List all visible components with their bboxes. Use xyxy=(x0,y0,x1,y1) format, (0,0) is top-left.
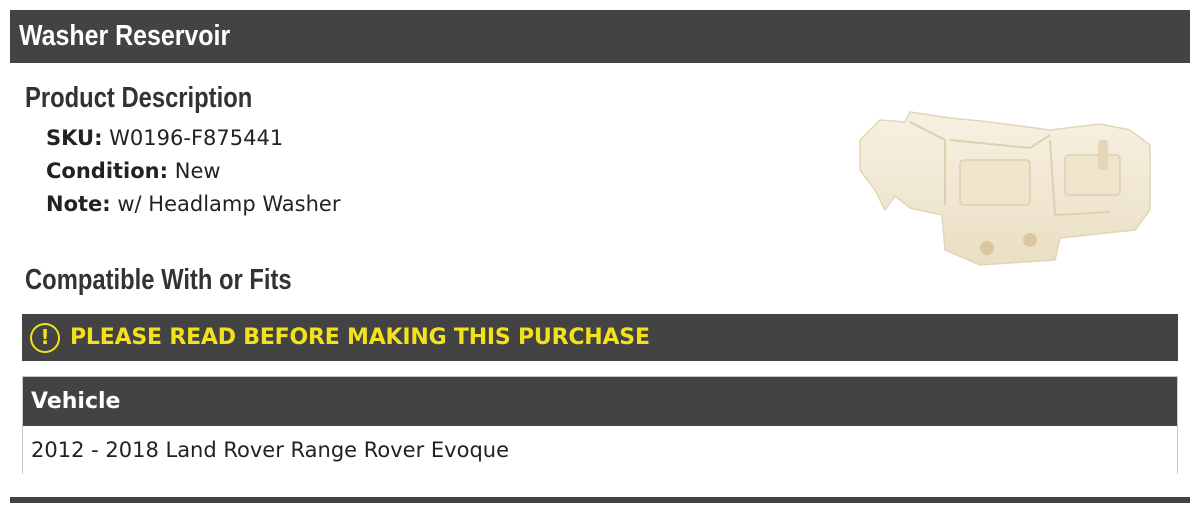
product-description-heading: Product Description xyxy=(25,82,253,114)
spec-label: SKU: xyxy=(46,126,103,150)
page-title-bar: Washer Reservoir xyxy=(10,10,1190,63)
page-title: Washer Reservoir xyxy=(19,20,231,52)
spec-value: W0196-F875441 xyxy=(109,126,284,150)
notice-text: PLEASE READ BEFORE MAKING THIS PURCHASE xyxy=(70,325,650,350)
spec-label: Note: xyxy=(46,192,111,216)
spec-value: w/ Headlamp Washer xyxy=(117,192,341,216)
vehicle-table: Vehicle 2012 - 2018 Land Rover Range Rov… xyxy=(22,376,1178,474)
spec-list: SKU: W0196-F875441 Condition: New Note: … xyxy=(46,122,340,221)
spec-row-condition: Condition: New xyxy=(46,155,340,188)
product-image[interactable] xyxy=(850,100,1160,270)
table-row: 2012 - 2018 Land Rover Range Rover Evoqu… xyxy=(23,426,1177,474)
spec-row-note: Note: w/ Headlamp Washer xyxy=(46,188,340,221)
purchase-notice[interactable]: ! PLEASE READ BEFORE MAKING THIS PURCHAS… xyxy=(22,314,1178,361)
alert-circle-icon: ! xyxy=(30,322,60,353)
compatible-heading: Compatible With or Fits xyxy=(25,264,292,296)
vehicle-column-header: Vehicle xyxy=(23,377,1177,426)
spec-value: New xyxy=(174,159,221,183)
spec-label: Condition: xyxy=(46,159,169,183)
bottom-divider xyxy=(10,497,1190,503)
spec-row-sku: SKU: W0196-F875441 xyxy=(46,122,340,155)
